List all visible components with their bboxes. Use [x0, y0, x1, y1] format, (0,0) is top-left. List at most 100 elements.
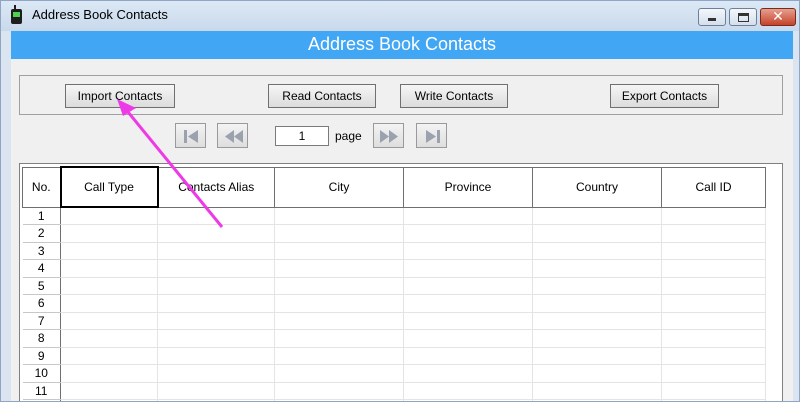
- table-cell[interactable]: [403, 312, 533, 330]
- table-cell[interactable]: [661, 364, 766, 383]
- table-cell[interactable]: [532, 259, 662, 278]
- table-cell[interactable]: [661, 242, 766, 260]
- table-cell[interactable]: [60, 347, 158, 365]
- table-row[interactable]: 3: [22, 242, 766, 260]
- column-header-contacts-alias[interactable]: Contacts Alias: [157, 166, 275, 208]
- table-cell[interactable]: [157, 259, 275, 278]
- table-cell[interactable]: [403, 364, 533, 383]
- table-cell[interactable]: [157, 294, 275, 313]
- table-cell[interactable]: [60, 364, 158, 383]
- table-cell[interactable]: [157, 312, 275, 330]
- table-cell[interactable]: [661, 294, 766, 313]
- table-cell[interactable]: [274, 207, 404, 225]
- table-cell[interactable]: [157, 207, 275, 225]
- table-cell[interactable]: [274, 294, 404, 313]
- table-row[interactable]: 6: [22, 294, 766, 313]
- table-row[interactable]: 7: [22, 312, 766, 330]
- table-cell[interactable]: [60, 277, 158, 295]
- row-number[interactable]: 10: [22, 364, 61, 383]
- last-page-button[interactable]: [416, 123, 447, 148]
- table-cell[interactable]: [157, 242, 275, 260]
- column-header-country[interactable]: Country: [532, 166, 662, 208]
- row-number[interactable]: 4: [22, 259, 61, 278]
- table-cell[interactable]: [403, 347, 533, 365]
- table-cell[interactable]: [157, 364, 275, 383]
- table-cell[interactable]: [60, 207, 158, 225]
- row-number[interactable]: 7: [22, 312, 61, 330]
- table-cell[interactable]: [661, 347, 766, 365]
- table-cell[interactable]: [661, 382, 766, 400]
- table-cell[interactable]: [532, 242, 662, 260]
- first-page-button[interactable]: [175, 123, 206, 148]
- table-row[interactable]: 9: [22, 347, 766, 365]
- table-cell[interactable]: [60, 224, 158, 243]
- table-cell[interactable]: [403, 277, 533, 295]
- table-cell[interactable]: [274, 224, 404, 243]
- table-cell[interactable]: [661, 224, 766, 243]
- table-cell[interactable]: [403, 242, 533, 260]
- table-cell[interactable]: [661, 329, 766, 348]
- table-cell[interactable]: [661, 312, 766, 330]
- row-number[interactable]: 9: [22, 347, 61, 365]
- table-cell[interactable]: [661, 277, 766, 295]
- contacts-table-container[interactable]: No. Call Type Contacts Alias City Provin…: [19, 163, 783, 401]
- table-row[interactable]: 11: [22, 382, 766, 400]
- table-row[interactable]: 8: [22, 329, 766, 348]
- table-cell[interactable]: [60, 294, 158, 313]
- table-cell[interactable]: [532, 224, 662, 243]
- table-cell[interactable]: [661, 259, 766, 278]
- table-cell[interactable]: [60, 382, 158, 400]
- write-contacts-button[interactable]: Write Contacts: [400, 84, 508, 108]
- table-row[interactable]: 2: [22, 224, 766, 243]
- row-number[interactable]: 11: [22, 382, 61, 400]
- table-cell[interactable]: [274, 259, 404, 278]
- table-cell[interactable]: [274, 277, 404, 295]
- table-cell[interactable]: [403, 382, 533, 400]
- maximize-button[interactable]: [729, 8, 757, 26]
- table-cell[interactable]: [532, 364, 662, 383]
- title-bar[interactable]: Address Book Contacts ✕: [1, 1, 799, 31]
- table-cell[interactable]: [60, 312, 158, 330]
- table-cell[interactable]: [403, 294, 533, 313]
- previous-page-button[interactable]: [217, 123, 248, 148]
- table-cell[interactable]: [157, 224, 275, 243]
- table-cell[interactable]: [532, 207, 662, 225]
- column-header-city[interactable]: City: [274, 166, 404, 208]
- table-cell[interactable]: [274, 347, 404, 365]
- row-number[interactable]: 1: [22, 207, 61, 225]
- import-contacts-button[interactable]: Import Contacts: [65, 84, 175, 108]
- next-page-button[interactable]: [373, 123, 404, 148]
- table-cell[interactable]: [532, 294, 662, 313]
- table-cell[interactable]: [532, 312, 662, 330]
- page-number-input[interactable]: [275, 126, 329, 146]
- table-cell[interactable]: [274, 364, 404, 383]
- table-cell[interactable]: [532, 277, 662, 295]
- table-cell[interactable]: [403, 329, 533, 348]
- table-cell[interactable]: [274, 312, 404, 330]
- table-row[interactable]: 1: [22, 207, 766, 225]
- table-cell[interactable]: [403, 224, 533, 243]
- table-cell[interactable]: [157, 382, 275, 400]
- table-cell[interactable]: [661, 207, 766, 225]
- table-cell[interactable]: [403, 259, 533, 278]
- table-cell[interactable]: [403, 207, 533, 225]
- export-contacts-button[interactable]: Export Contacts: [610, 84, 719, 108]
- table-cell[interactable]: [60, 259, 158, 278]
- table-row[interactable]: 4: [22, 259, 766, 278]
- column-header-no[interactable]: No.: [22, 166, 61, 208]
- column-header-call-id[interactable]: Call ID: [661, 166, 766, 208]
- table-cell[interactable]: [274, 329, 404, 348]
- table-cell[interactable]: [157, 277, 275, 295]
- table-cell[interactable]: [532, 382, 662, 400]
- row-number[interactable]: 3: [22, 242, 61, 260]
- table-cell[interactable]: [274, 382, 404, 400]
- table-row[interactable]: 5: [22, 277, 766, 295]
- table-cell[interactable]: [532, 347, 662, 365]
- row-number[interactable]: 5: [22, 277, 61, 295]
- table-cell[interactable]: [157, 329, 275, 348]
- table-row[interactable]: 10: [22, 364, 766, 383]
- table-cell[interactable]: [274, 242, 404, 260]
- table-cell[interactable]: [60, 329, 158, 348]
- read-contacts-button[interactable]: Read Contacts: [268, 84, 376, 108]
- row-number[interactable]: 8: [22, 329, 61, 348]
